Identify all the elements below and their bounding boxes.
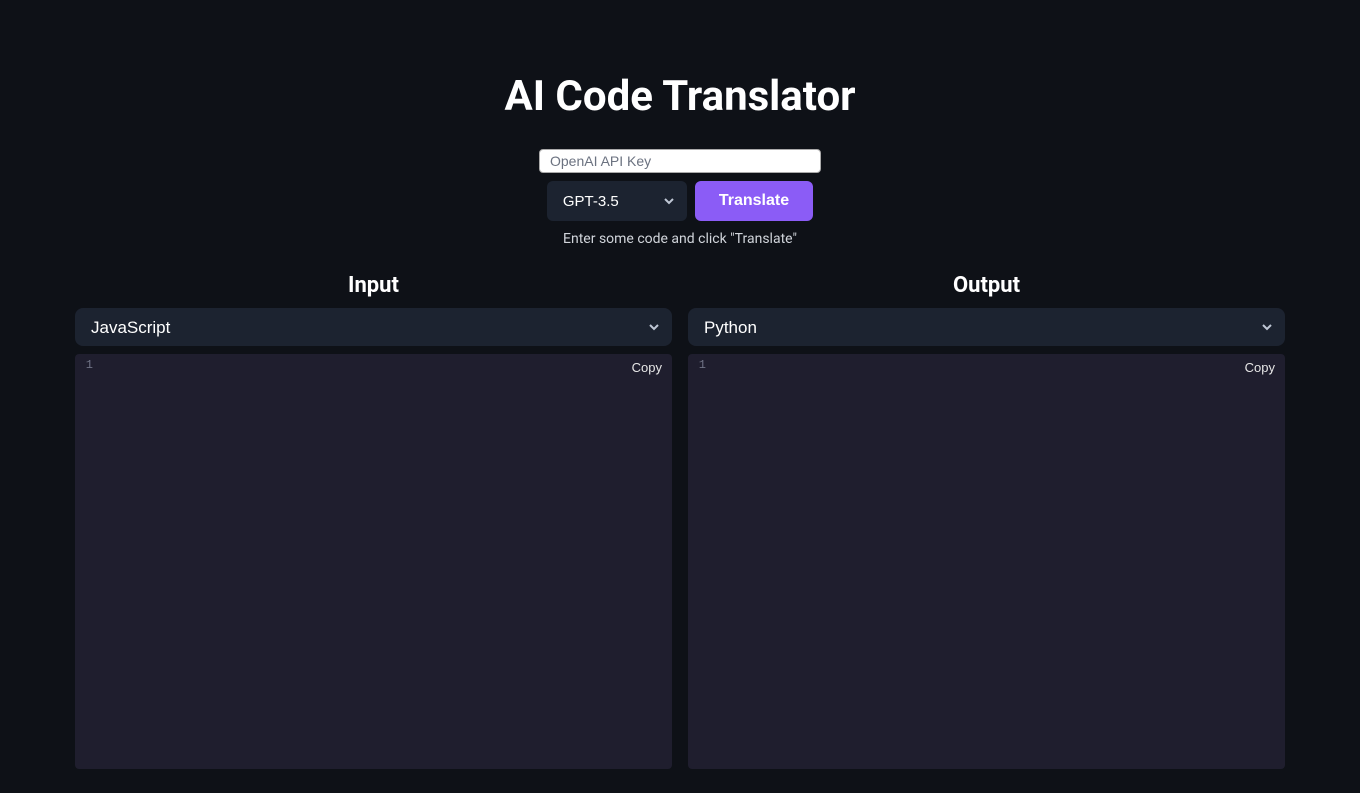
model-select[interactable]: GPT-3.5 (547, 181, 687, 221)
output-line-gutter: 1 (688, 354, 712, 769)
input-editor: 1 Copy (75, 354, 672, 769)
page-title: AI Code Translator (504, 72, 855, 121)
input-panel: Input JavaScript 1 Copy (75, 273, 672, 769)
hint-text: Enter some code and click "Translate" (563, 231, 797, 247)
output-copy-button[interactable]: Copy (1241, 358, 1279, 377)
output-language-select-wrap: Python (688, 308, 1285, 346)
controls-row: GPT-3.5 Translate (547, 181, 813, 221)
output-code-area[interactable] (712, 354, 1285, 769)
translate-button[interactable]: Translate (695, 181, 813, 221)
line-number: 1 (694, 358, 706, 372)
panels-container: Input JavaScript 1 Copy Output Python (75, 273, 1285, 793)
output-title: Output (688, 273, 1285, 298)
line-number: 1 (81, 358, 93, 372)
output-panel: Output Python 1 Copy (688, 273, 1285, 769)
api-key-input[interactable] (539, 149, 821, 173)
input-line-gutter: 1 (75, 354, 99, 769)
output-language-select[interactable]: Python (688, 308, 1285, 346)
input-code-area[interactable] (99, 354, 672, 769)
output-editor: 1 Copy (688, 354, 1285, 769)
model-select-wrap: GPT-3.5 (547, 181, 687, 221)
input-language-select-wrap: JavaScript (75, 308, 672, 346)
input-copy-button[interactable]: Copy (628, 358, 666, 377)
input-language-select[interactable]: JavaScript (75, 308, 672, 346)
input-title: Input (75, 273, 672, 298)
